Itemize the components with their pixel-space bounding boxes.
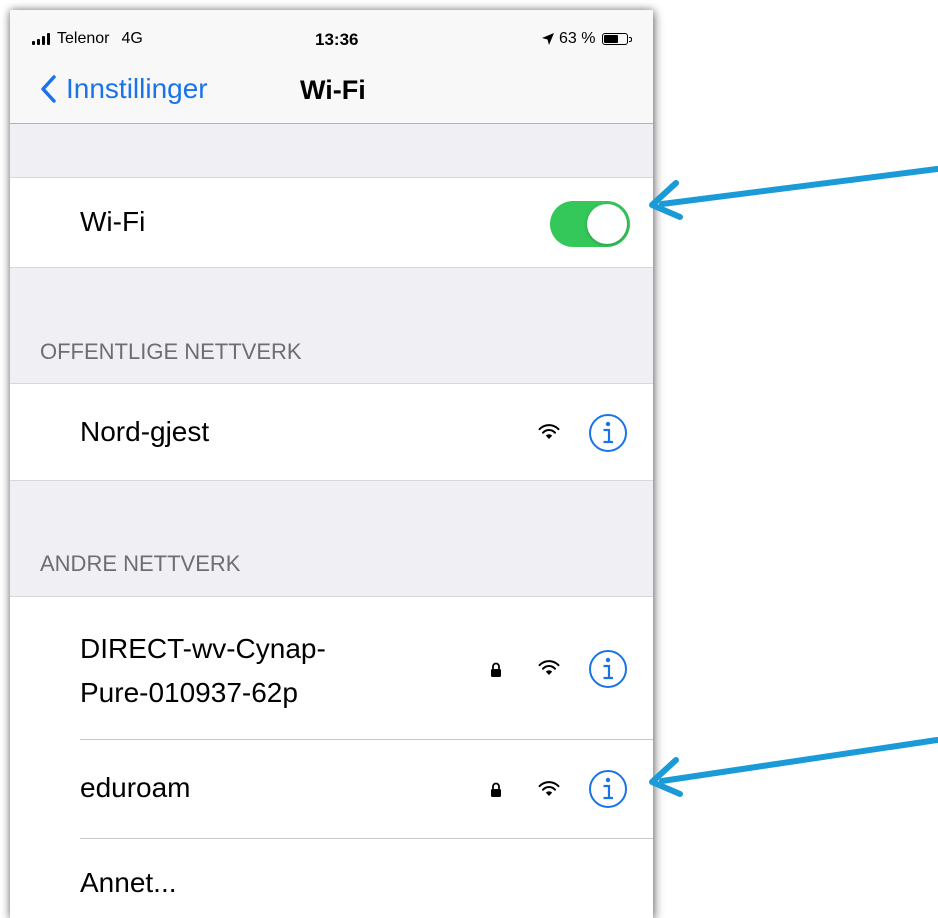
toggle-knob <box>587 204 627 244</box>
page-title: Wi-Fi <box>300 75 366 105</box>
public-networks-header: OFFENTLIGE NETTVERK <box>40 339 302 364</box>
phone-screenshot: Telenor 4G 13:36 63 % Innstillinger Wi-F… <box>10 10 653 918</box>
battery-icon <box>602 33 633 45</box>
lock-icon <box>491 782 501 797</box>
network-name: Nord-gjest <box>80 416 210 447</box>
wifi-signal-icon <box>538 424 560 439</box>
signal-strength-icon <box>32 33 50 45</box>
network-type: 4G <box>121 30 143 47</box>
network-row-nord-gjest[interactable]: Nord-gjest <box>10 383 653 481</box>
wifi-signal-icon <box>538 660 560 675</box>
lock-icon <box>491 662 501 677</box>
location-arrow-icon <box>542 33 554 45</box>
annotation-arrow-icon <box>649 737 938 797</box>
navigation-bar: Innstillinger Wi-Fi <box>10 56 653 124</box>
status-bar: Telenor 4G 13:36 63 % <box>10 10 653 56</box>
back-button[interactable]: Innstillinger <box>40 73 208 105</box>
network-row-direct-wv-cynap[interactable]: DIRECT-wv-Cynap- Pure-010937-62p <box>10 597 653 739</box>
network-name: eduroam <box>80 772 191 803</box>
other-networks-list: DIRECT-wv-Cynap- Pure-010937-62p eduroam <box>10 596 653 918</box>
info-icon[interactable] <box>588 413 628 453</box>
wifi-toggle-row: Wi-Fi <box>10 177 653 268</box>
battery-percentage: 63 % <box>559 30 596 47</box>
wifi-toggle-label: Wi-Fi <box>80 206 146 237</box>
chevron-left-icon <box>41 75 56 103</box>
wifi-toggle-switch[interactable] <box>550 201 630 247</box>
clock: 13:36 <box>315 30 359 49</box>
other-network-row[interactable]: Annet... <box>10 839 653 918</box>
back-label: Innstillinger <box>66 73 208 104</box>
network-name: DIRECT-wv-Cynap- Pure-010937-62p <box>80 633 326 708</box>
wifi-signal-icon <box>538 781 560 796</box>
carrier-name: Telenor <box>57 30 110 47</box>
info-icon[interactable] <box>588 769 628 809</box>
other-network-label: Annet... <box>80 867 177 898</box>
network-row-eduroam[interactable]: eduroam <box>10 740 653 838</box>
info-icon[interactable] <box>588 649 628 689</box>
other-networks-header: ANDRE NETTVERK <box>40 551 241 576</box>
annotation-arrow-icon <box>649 166 938 220</box>
